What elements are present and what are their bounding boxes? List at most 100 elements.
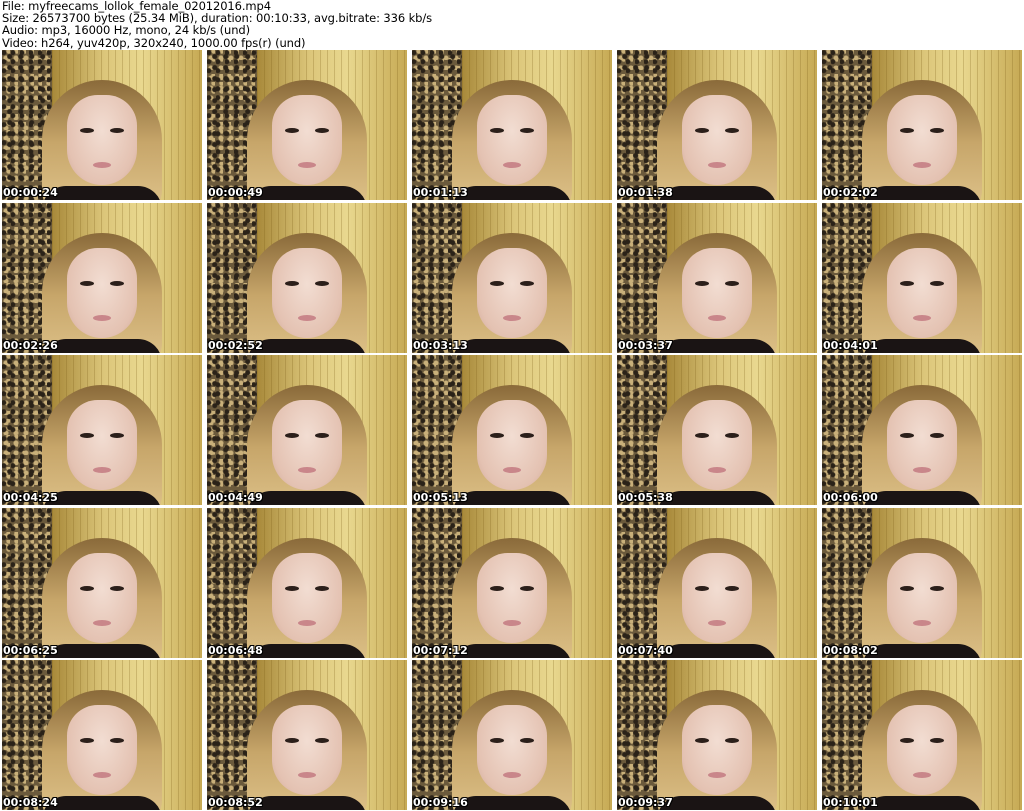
thumbnail-grid: 00:00:24 00:00:49 00:01:13 00:01:38 00:0… — [2, 50, 1022, 810]
lips — [913, 467, 931, 473]
lips — [708, 314, 726, 321]
timestamp-label: 00:09:37 — [618, 796, 673, 809]
lips — [708, 467, 726, 473]
video-thumbnail: 00:00:49 — [207, 50, 407, 200]
left-eye — [900, 128, 914, 133]
lips — [93, 467, 111, 473]
left-eye — [900, 280, 914, 286]
left-eye — [695, 280, 709, 286]
shoulder — [247, 491, 367, 505]
timestamp-label: 00:06:00 — [823, 491, 878, 504]
face — [272, 705, 342, 795]
shoulder — [452, 186, 572, 200]
left-eye — [490, 585, 504, 591]
left-eye — [695, 585, 709, 591]
timestamp-label: 00:02:52 — [208, 338, 263, 352]
lips — [708, 619, 726, 626]
video-thumbnail: 00:03:13 — [412, 202, 612, 353]
right-eye — [520, 280, 534, 286]
right-eye — [930, 433, 944, 438]
lips — [93, 162, 111, 168]
video-thumbnail: 00:09:37 — [617, 660, 817, 810]
left-eye — [80, 433, 94, 438]
left-eye — [695, 433, 709, 438]
left-eye — [80, 128, 94, 133]
right-eye — [110, 128, 124, 133]
right-eye — [725, 738, 739, 743]
left-eye — [80, 280, 94, 286]
left-eye — [285, 128, 299, 133]
video-thumbnail: 00:05:13 — [412, 355, 612, 505]
timestamp-label: 00:00:24 — [3, 186, 58, 199]
right-eye — [725, 433, 739, 438]
face — [67, 552, 137, 643]
right-eye — [315, 280, 329, 286]
video-thumbnail: 00:06:48 — [207, 507, 407, 658]
video-thumbnail: 00:04:01 — [822, 202, 1022, 353]
video-thumbnail: 00:07:12 — [412, 507, 612, 658]
right-eye — [110, 585, 124, 591]
shoulder — [862, 186, 982, 200]
left-eye — [490, 433, 504, 438]
shoulder — [247, 643, 367, 658]
face — [67, 705, 137, 795]
video-thumbnail: 00:08:52 — [207, 660, 407, 810]
right-eye — [315, 738, 329, 743]
left-eye — [285, 585, 299, 591]
right-eye — [110, 433, 124, 438]
lips — [708, 162, 726, 168]
right-eye — [315, 585, 329, 591]
shoulder — [42, 796, 162, 810]
video-thumbnail: 00:03:37 — [617, 202, 817, 353]
right-eye — [930, 128, 944, 133]
face — [682, 95, 752, 185]
lips — [913, 619, 931, 626]
lips — [93, 314, 111, 321]
timestamp-label: 00:03:37 — [618, 338, 673, 352]
face — [67, 95, 137, 185]
left-eye — [695, 128, 709, 133]
face — [477, 247, 547, 338]
right-eye — [520, 433, 534, 438]
left-eye — [285, 280, 299, 286]
timestamp-label: 00:07:40 — [618, 643, 673, 657]
right-eye — [930, 585, 944, 591]
lips — [503, 162, 521, 168]
video-thumbnail: 00:08:02 — [822, 507, 1022, 658]
lips — [708, 772, 726, 778]
shoulder — [247, 186, 367, 200]
lips — [913, 314, 931, 321]
lips — [503, 467, 521, 473]
video-thumbnail: 00:04:25 — [2, 355, 202, 505]
timestamp-label: 00:03:13 — [413, 338, 468, 352]
face — [682, 247, 752, 338]
shoulder — [42, 491, 162, 505]
face — [682, 552, 752, 643]
right-eye — [725, 280, 739, 286]
shoulder — [452, 796, 572, 810]
left-eye — [900, 433, 914, 438]
video-thumbnail: 00:05:38 — [617, 355, 817, 505]
right-eye — [725, 128, 739, 133]
face — [887, 705, 957, 795]
face — [477, 552, 547, 643]
lips — [503, 619, 521, 626]
left-eye — [80, 585, 94, 591]
shoulder — [452, 643, 572, 658]
face — [887, 95, 957, 185]
timestamp-label: 00:02:26 — [3, 338, 58, 352]
audio-info-line: Audio: mp3, 16000 Hz, mono, 24 kb/s (und… — [2, 23, 250, 38]
timestamp-label: 00:06:48 — [208, 643, 263, 657]
timestamp-label: 00:08:24 — [3, 796, 58, 809]
right-eye — [520, 585, 534, 591]
left-eye — [900, 585, 914, 591]
video-thumbnail: 00:02:52 — [207, 202, 407, 353]
shoulder — [862, 338, 982, 353]
right-eye — [315, 433, 329, 438]
face — [682, 705, 752, 795]
timestamp-label: 00:08:02 — [823, 643, 878, 657]
video-thumbnail: 00:09:16 — [412, 660, 612, 810]
left-eye — [285, 738, 299, 743]
shoulder — [247, 338, 367, 353]
video-thumbnail: 00:06:25 — [2, 507, 202, 658]
